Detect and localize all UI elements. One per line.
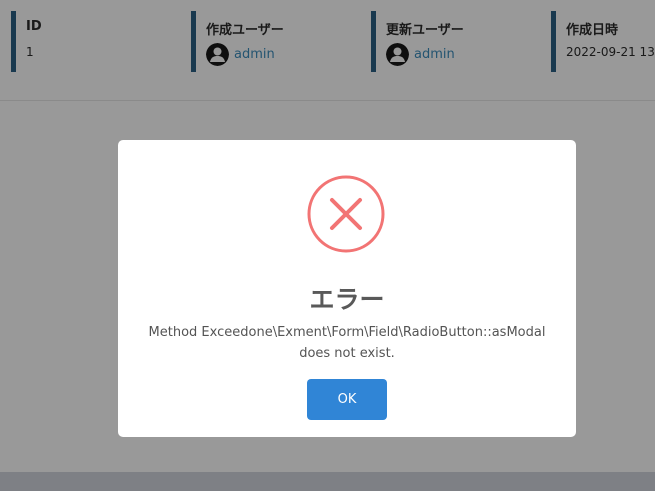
dialog-title: エラー: [309, 285, 385, 314]
error-dialog: エラー Method Exceedone\Exment\Form\Field\R…: [118, 140, 576, 437]
error-x-icon: [307, 175, 385, 253]
dialog-message-line-2: does not exist.: [299, 346, 395, 361]
dialog-message: Method Exceedone\Exment\Form\Field\Radio…: [138, 322, 556, 364]
dialog-message-line-1: Method Exceedone\Exment\Form\Field\Radio…: [148, 325, 546, 340]
ok-button[interactable]: OK: [307, 379, 387, 420]
